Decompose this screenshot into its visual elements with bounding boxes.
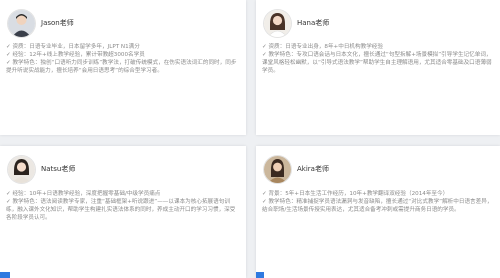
teacher-name: Hana老师 (297, 19, 330, 27)
teacher-qualification: ✓ 资质：日语专业毕业，日本留学多年，JLPT N1满分 (6, 44, 140, 50)
teacher-background: ✓ 背景：5年+日本生活工作经历，10年+教学翻译双经验（2014年至今） (262, 191, 449, 197)
teacher-card-natsu[interactable]: Natsu老师 ✓ 经验：10年+日语教学经验，深度把握零基础/中级学员痛点 ✓… (0, 146, 246, 278)
teacher-name: Natsu老师 (41, 165, 76, 173)
teacher-name: Jason老师 (41, 19, 74, 27)
teacher-description: ✓ 背景：5年+日本生活工作经历，10年+教学翻译双经验（2014年至今） ✓ … (262, 190, 494, 214)
teacher-qualification: ✓ 资质：日语专业出身，8年+中日机构教学经验 (262, 44, 383, 50)
teacher-name: Akira老师 (297, 165, 329, 173)
teacher-avatar (8, 155, 35, 183)
teacher-experience: ✓ 经验：10年+日语教学经验，深度把握零基础/中级学员痛点 (6, 191, 161, 197)
teacher-header: Jason老师 (8, 8, 74, 38)
teacher-avatar (8, 9, 35, 37)
teacher-header: Natsu老师 (8, 154, 75, 184)
teacher-header: Akira老师 (264, 154, 329, 184)
teacher-avatar (264, 155, 291, 183)
teacher-specialty: ✓ 教学特色：专攻口语会话与日本文化，擅长通过“句型拆解+场景模拟”引导学生记忆… (262, 52, 492, 74)
teacher-experience: ✓ 经验：12年+线上教学经验，累计带教超3000名学员 (6, 52, 145, 58)
teacher-card-hana[interactable]: Hana老师 ✓ 资质：日语专业出身，8年+中日机构教学经验 ✓ 教学特色：专攻… (256, 0, 500, 135)
teacher-specialty: ✓ 教学特色：精准捕捉学员语法漏洞与发音缺陷，擅长通过“对比式教学”解析中日语言… (262, 199, 493, 213)
card-accent-bar (0, 272, 10, 278)
teacher-header: Hana老师 (264, 8, 329, 38)
card-accent-bar (256, 272, 264, 278)
teacher-description: ✓ 资质：日语专业出身，8年+中日机构教学经验 ✓ 教学特色：专攻口语会话与日本… (262, 43, 494, 75)
teacher-description: ✓ 资质：日语专业毕业，日本留学多年，JLPT N1满分 ✓ 经验：12年+线上… (6, 43, 240, 75)
teacher-description: ✓ 经验：10年+日语教学经验，深度把握零基础/中级学员痛点 ✓ 教学特色：语法… (6, 190, 240, 222)
teacher-card-akira[interactable]: Akira老师 ✓ 背景：5年+日本生活工作经历，10年+教学翻译双经验（201… (256, 146, 500, 278)
teacher-specialty: ✓ 教学特色：独创“口语听力同步训练”教学法，打破传统模式，在伤实语法词汇的同时… (6, 60, 237, 74)
teacher-card-jason[interactable]: Jason老师 ✓ 资质：日语专业毕业，日本留学多年，JLPT N1满分 ✓ 经… (0, 0, 246, 135)
teacher-avatar (264, 9, 291, 37)
teacher-specialty: ✓ 教学特色：语法阅读教学专家，注重“基础框架+听说跟进”——以课本为核心拓展语… (6, 199, 236, 221)
